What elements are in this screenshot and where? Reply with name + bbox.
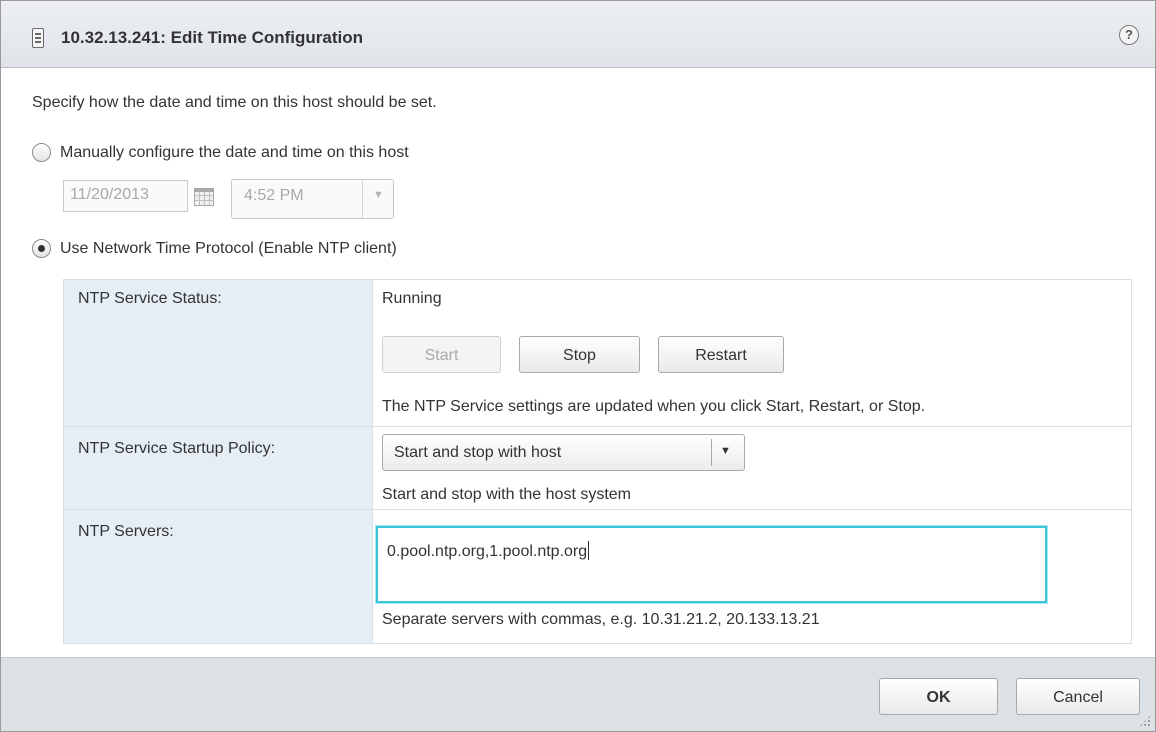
dialog-titlebar: 10.32.13.241: Edit Time Configuration ? [1, 1, 1155, 68]
startup-policy-description: Start and stop with the host system [382, 486, 632, 503]
help-icon[interactable]: ? [1119, 25, 1139, 45]
time-select-divider [362, 180, 363, 218]
ntp-option[interactable]: Use Network Time Protocol (Enable NTP cl… [32, 239, 397, 258]
restart-button[interactable]: Restart [658, 336, 784, 373]
chevron-down-icon[interactable]: ▼ [373, 189, 384, 201]
time-select[interactable]: 4:52 PM ▼ [231, 179, 394, 219]
ok-button[interactable]: OK [879, 678, 998, 715]
row-divider [64, 426, 1131, 427]
text-caret [588, 541, 590, 560]
ntp-radio[interactable] [32, 239, 51, 258]
ntp-status-label: NTP Service Status: [78, 290, 222, 307]
ntp-servers-hint: Separate servers with commas, e.g. 10.31… [382, 611, 820, 628]
dialog-footer: OK Cancel [1, 657, 1155, 731]
dialog-title: 10.32.13.241: Edit Time Configuration [61, 28, 363, 47]
ntp-servers-label: NTP Servers: [78, 523, 174, 540]
manual-config-radio[interactable] [32, 143, 51, 162]
ntp-settings-note: The NTP Service settings are updated whe… [382, 398, 926, 415]
cancel-button[interactable]: Cancel [1016, 678, 1140, 715]
row-divider [64, 509, 1131, 510]
ntp-label-column [64, 280, 373, 643]
ntp-startup-policy-label: NTP Service Startup Policy: [78, 440, 276, 457]
chevron-down-icon[interactable]: ▼ [720, 445, 731, 457]
ntp-servers-value: 0.pool.ntp.org,1.pool.ntp.org [387, 543, 588, 560]
time-value: 4:52 PM [244, 187, 304, 204]
start-button[interactable]: Start [382, 336, 501, 373]
calendar-icon[interactable] [194, 188, 214, 206]
startup-policy-value: Start and stop with host [394, 444, 562, 461]
ntp-settings-table: NTP Service Status: Running Start Stop R… [63, 279, 1132, 644]
date-input[interactable]: 11/20/2013 [63, 180, 188, 212]
ntp-status-value: Running [382, 290, 442, 307]
edit-time-configuration-dialog: 10.32.13.241: Edit Time Configuration ? … [0, 0, 1156, 732]
stop-button[interactable]: Stop [519, 336, 640, 373]
ntp-servers-input[interactable]: 0.pool.ntp.org,1.pool.ntp.org [376, 526, 1047, 603]
startup-policy-select[interactable]: Start and stop with host ▼ [382, 434, 745, 471]
manual-config-option[interactable]: Manually configure the date and time on … [32, 143, 409, 162]
select-divider [711, 439, 712, 466]
manual-config-label: Manually configure the date and time on … [60, 143, 409, 161]
intro-text: Specify how the date and time on this ho… [32, 94, 437, 111]
resize-grip-icon[interactable] [1139, 715, 1151, 727]
ntp-option-label: Use Network Time Protocol (Enable NTP cl… [60, 239, 397, 257]
host-server-icon [32, 28, 44, 48]
